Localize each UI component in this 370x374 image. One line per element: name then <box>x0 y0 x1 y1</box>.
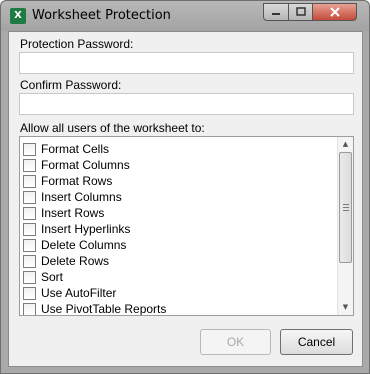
dialog-window: X Worksheet Protection Protection Passwo… <box>0 0 370 374</box>
password-label: Protection Password: <box>20 37 134 51</box>
checkbox[interactable] <box>23 174 36 188</box>
window-title: Worksheet Protection <box>32 8 171 23</box>
permissions-list[interactable]: Format Cells Format Columns Format Rows … <box>19 136 354 316</box>
permission-item-format-columns[interactable]: Format Columns <box>23 157 130 173</box>
permission-item-format-rows[interactable]: Format Rows <box>23 173 112 189</box>
grip-line <box>343 210 349 211</box>
checkbox[interactable] <box>23 238 36 252</box>
permission-label: Use PivotTable Reports <box>41 302 167 316</box>
permission-label: Format Cells <box>41 142 110 156</box>
ok-button[interactable]: OK <box>200 329 271 355</box>
title-bar[interactable]: X Worksheet Protection <box>1 1 369 31</box>
maximize-icon <box>295 7 306 16</box>
close-icon <box>329 7 340 17</box>
minimize-button[interactable] <box>263 3 289 21</box>
grip-line <box>343 207 349 208</box>
checkbox[interactable] <box>23 302 36 315</box>
permission-item-delete-rows[interactable]: Delete Rows <box>23 253 109 269</box>
permission-label: Insert Rows <box>41 206 105 220</box>
permission-item-insert-columns[interactable]: Insert Columns <box>23 189 122 205</box>
permission-item-insert-rows[interactable]: Insert Rows <box>23 205 104 221</box>
checkbox[interactable] <box>23 270 36 284</box>
scroll-up-icon[interactable]: ▲ <box>338 137 353 151</box>
vertical-scrollbar[interactable]: ▲ ▼ <box>337 137 353 315</box>
password-field[interactable] <box>19 52 354 74</box>
permission-item-sort[interactable]: Sort <box>23 269 63 285</box>
scroll-down-icon[interactable]: ▼ <box>338 300 353 314</box>
permission-label: Format Columns <box>41 158 130 172</box>
checkbox[interactable] <box>23 158 36 172</box>
checkbox[interactable] <box>23 206 36 220</box>
permission-label: Insert Hyperlinks <box>41 222 131 236</box>
maximize-button[interactable] <box>288 3 313 21</box>
permission-item-insert-hyperlinks[interactable]: Insert Hyperlinks <box>23 221 130 237</box>
confirm-password-label: Confirm Password: <box>20 78 122 92</box>
permission-label: Insert Columns <box>41 190 122 204</box>
cancel-button[interactable]: Cancel <box>280 329 353 355</box>
permission-label: Sort <box>41 270 64 284</box>
confirm-password-field[interactable] <box>19 93 354 115</box>
dialog-body: Protection Password: Confirm Password: A… <box>8 31 363 367</box>
close-button[interactable] <box>312 3 357 21</box>
permission-item-format-cells[interactable]: Format Cells <box>23 141 109 157</box>
permission-item-delete-columns[interactable]: Delete Columns <box>23 237 126 253</box>
permission-label: Delete Rows <box>41 254 110 268</box>
checkbox[interactable] <box>23 222 36 236</box>
minimize-icon <box>272 13 280 15</box>
allow-users-label: Allow all users of the worksheet to: <box>20 121 205 135</box>
checkbox[interactable] <box>23 254 36 268</box>
grip-line <box>343 204 349 205</box>
permission-label: Delete Columns <box>41 238 127 252</box>
scroll-thumb[interactable] <box>339 152 352 263</box>
permission-item-use-autofilter[interactable]: Use AutoFilter <box>23 285 116 301</box>
checkbox[interactable] <box>23 142 36 156</box>
permission-item-use-pivottable-reports[interactable]: Use PivotTable Reports <box>23 301 167 316</box>
excel-icon: X <box>10 8 26 24</box>
checkbox[interactable] <box>23 190 36 204</box>
permission-label: Format Rows <box>41 174 113 188</box>
checkbox[interactable] <box>23 286 36 300</box>
permission-label: Use AutoFilter <box>41 286 117 300</box>
